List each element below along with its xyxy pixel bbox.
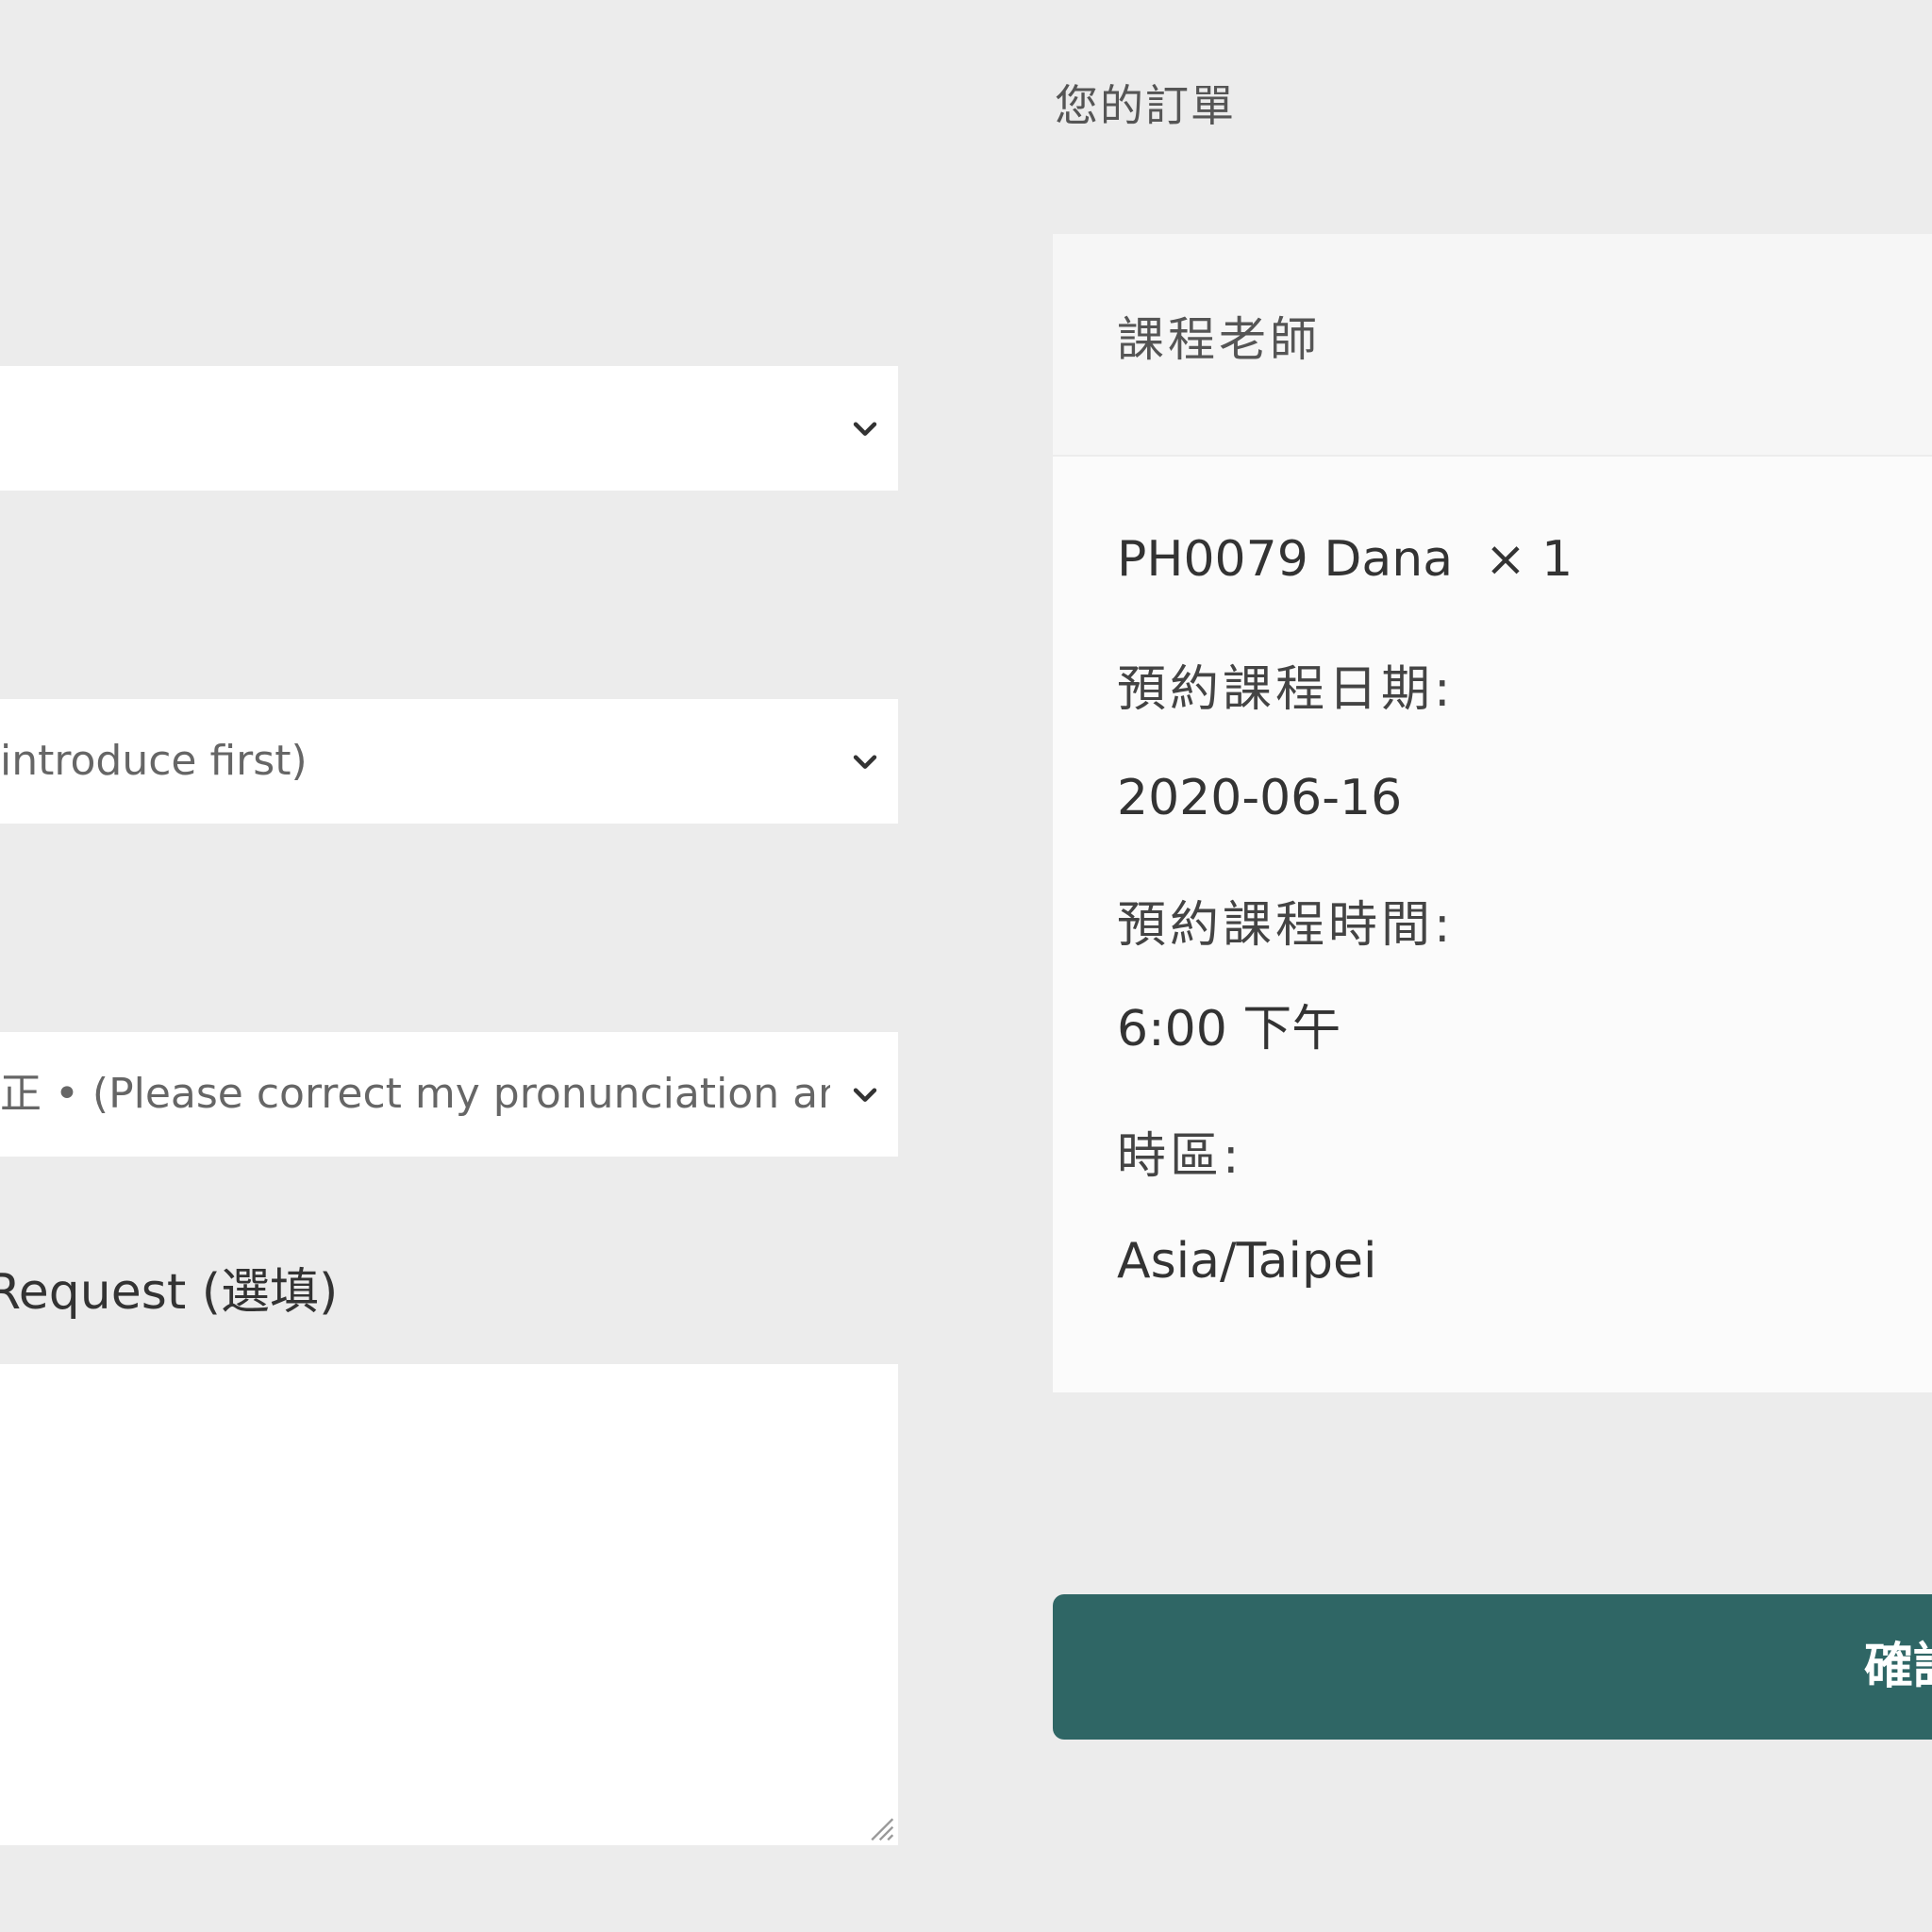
chevron-down-icon xyxy=(853,755,877,769)
timezone-label: 時區: xyxy=(1117,1128,1243,1185)
teacher-quantity: × 1 xyxy=(1485,531,1574,588)
confirm-order-button-label: 確認 xyxy=(1864,1640,1932,1694)
resize-grip-icon[interactable] xyxy=(862,1809,894,1841)
special-request-label-text: Request (選填) xyxy=(0,1264,339,1321)
booking-time-label: 預約課程時間: xyxy=(1117,897,1455,954)
option-select-3[interactable]: 正 • (Please correct my pronunciation an xyxy=(0,1032,898,1157)
booking-time-value: 6:00 下午 xyxy=(1117,1001,1341,1058)
order-summary-card: 課程老師 PH0079 Dana × 1 預約課程日期: 2020-06-16 預… xyxy=(1053,234,1932,1392)
special-request-label: Request (選填) xyxy=(0,1259,338,1325)
order-section-title: 您的訂單 xyxy=(1055,80,1236,131)
teacher-header-label: 課程老師 xyxy=(1117,312,1321,367)
booking-date-value: 2020-06-16 xyxy=(1117,770,1403,826)
timezone-value: Asia/Taipei xyxy=(1117,1233,1377,1290)
booking-date-label: 預約課程日期: xyxy=(1117,661,1455,718)
booking-page: introduce first) 正 • (Please correct my … xyxy=(0,0,1932,1932)
option-select-2[interactable]: introduce first) xyxy=(0,699,898,824)
teacher-line: PH0079 Dana × 1 xyxy=(1117,528,1573,591)
option-select-2-value: introduce first) xyxy=(0,737,308,785)
chevron-down-icon xyxy=(853,422,877,436)
teacher-name: PH0079 Dana xyxy=(1117,531,1454,588)
option-select-3-value: 正 • (Please correct my pronunciation an xyxy=(0,1070,830,1118)
confirm-order-button[interactable]: 確認 xyxy=(1053,1594,1932,1740)
order-card-header: 課程老師 xyxy=(1053,234,1932,457)
special-request-textarea[interactable] xyxy=(0,1364,898,1845)
chevron-down-icon xyxy=(853,1088,877,1102)
option-select-1-value xyxy=(0,366,830,491)
option-select-1[interactable] xyxy=(0,366,898,491)
